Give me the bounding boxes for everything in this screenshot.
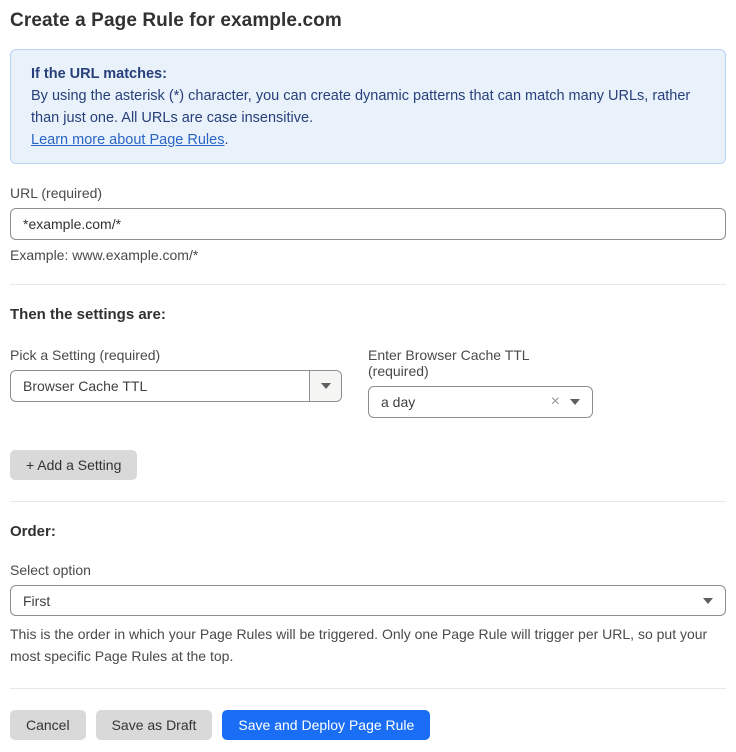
save-and-deploy-button[interactable]: Save and Deploy Page Rule [222, 710, 430, 740]
setting-picker-label: Pick a Setting (required) [10, 347, 342, 363]
setting-picker-value: Browser Cache TTL [11, 378, 309, 394]
add-setting-button[interactable]: + Add a Setting [10, 450, 137, 480]
url-input[interactable] [10, 208, 726, 240]
learn-more-link[interactable]: Learn more about Page Rules [31, 132, 224, 148]
ttl-picker-label: Enter Browser Cache TTL (required) [368, 347, 593, 379]
divider [10, 688, 726, 689]
order-caret-wrap [703, 598, 725, 604]
page-title: Create a Page Rule for example.com [10, 10, 726, 32]
order-select-value: First [11, 593, 703, 609]
link-suffix: . [224, 132, 228, 148]
chevron-down-icon [321, 383, 331, 389]
url-match-info-box: If the URL matches: By using the asteris… [10, 49, 726, 164]
order-help-text: This is the order in which your Page Rul… [10, 623, 726, 667]
info-box-heading: If the URL matches: [31, 63, 705, 85]
order-section-heading: Order: [10, 523, 726, 540]
ttl-picker-value: a day [369, 394, 547, 410]
order-select[interactable]: First [10, 585, 726, 616]
settings-section-heading: Then the settings are: [10, 306, 726, 323]
setting-picker-select[interactable]: Browser Cache TTL [10, 370, 342, 402]
url-field-example: Example: www.example.com/* [10, 247, 726, 263]
clear-icon[interactable]: × [547, 394, 570, 410]
ttl-picker-combobox[interactable]: a day × [368, 386, 593, 418]
order-select-label: Select option [10, 562, 726, 578]
setting-picker-arrow-segment[interactable] [309, 371, 341, 401]
cancel-button[interactable]: Cancel [10, 710, 86, 740]
ttl-caret-wrap[interactable] [570, 399, 592, 405]
chevron-down-icon [703, 598, 713, 604]
info-box-link-line: Learn more about Page Rules. [31, 129, 705, 151]
divider [10, 501, 726, 502]
divider [10, 284, 726, 285]
save-as-draft-button[interactable]: Save as Draft [96, 710, 213, 740]
chevron-down-icon [570, 399, 580, 405]
url-field-label: URL (required) [10, 185, 726, 201]
info-box-body: By using the asterisk (*) character, you… [31, 85, 705, 129]
